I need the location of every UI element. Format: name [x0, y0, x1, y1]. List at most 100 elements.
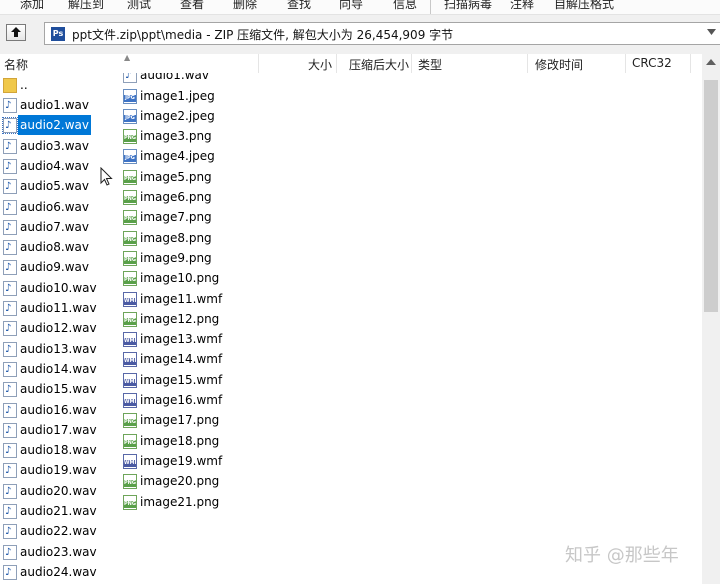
column-size[interactable]: 大小 [308, 56, 332, 73]
file-type-badge: PNG [124, 216, 136, 224]
file-type-badge: PNG [124, 256, 136, 264]
wav-file-icon [3, 157, 17, 177]
file-type-badge: JPG [124, 114, 136, 122]
file-name: image16.wmf [140, 393, 223, 407]
up-folder-button[interactable] [6, 24, 26, 41]
file-type-badge: PNG [124, 439, 136, 447]
watermark: 知乎 @那些年 [565, 545, 679, 566]
toolbar-button[interactable]: 向导 [339, 0, 363, 12]
file-type-badge: WMF [124, 399, 136, 406]
file-name: audio6.wav [20, 199, 89, 214]
toolbar-button[interactable]: 自解压格式 [554, 0, 614, 12]
toolbar-separator [430, 0, 431, 14]
chevron-down-icon[interactable] [707, 29, 716, 35]
file-type-badge: WMF [124, 459, 136, 467]
file-name: image5.png [140, 169, 212, 184]
file-name: audio5.wav [20, 179, 89, 194]
toolbar-button[interactable]: 添加 [20, 0, 44, 12]
column-divider[interactable] [336, 54, 337, 73]
column-name[interactable]: 名称 [4, 56, 28, 73]
wmf-file-icon: WMF [123, 332, 137, 348]
toolbar-button[interactable]: 查找 [287, 0, 311, 12]
column-divider[interactable] [625, 54, 626, 73]
wav-file-icon [3, 421, 17, 441]
column-divider[interactable] [527, 54, 528, 73]
png-file-icon: PNG [123, 169, 137, 185]
address-bar: Ps ppt文件.zip\ppt\media - ZIP 压缩文件, 解包大小为… [0, 15, 720, 54]
file-name: image21.png [140, 494, 220, 509]
file-name: audio3.wav [20, 138, 89, 153]
file-type-badge: PNG [124, 135, 136, 143]
vertical-scrollbar[interactable] [702, 54, 720, 584]
scrollbar-thumb[interactable] [704, 80, 718, 312]
wmf-file-icon: WMF [123, 453, 137, 469]
file-name: image6.png [140, 190, 212, 204]
toolbar-button[interactable]: 解压到 [68, 0, 104, 12]
file-type-badge: PNG [124, 175, 136, 183]
file-name: image12.png [140, 311, 220, 326]
png-file-icon: PNG [123, 311, 137, 327]
wmf-file-icon: WMF [123, 291, 137, 307]
column-modified[interactable]: 修改时间 [535, 56, 583, 73]
toolbar-button[interactable]: 扫描病毒 [444, 0, 492, 12]
toolbar-button[interactable]: 测试 [127, 0, 151, 12]
file-name: audio16.wav [20, 402, 97, 417]
file-name: audio1.wav [140, 73, 209, 82]
toolbar-button[interactable]: 删除 [233, 0, 257, 12]
file-name: audio18.wav [20, 443, 97, 458]
file-name: audio4.wav [20, 158, 89, 173]
sort-ascending-icon: ▲ [124, 53, 131, 62]
scroll-up-icon[interactable] [706, 59, 716, 65]
column-header: 名称 ▲ 大小 压缩后大小 类型 修改时间 CRC32 [0, 53, 702, 74]
file-name: audio17.wav [20, 422, 97, 437]
column-divider[interactable] [411, 54, 412, 73]
file-type-badge: PNG [124, 419, 136, 427]
wav-file-icon [3, 279, 17, 299]
file-name: audio14.wav [20, 361, 97, 376]
toolbar-button[interactable]: 查看 [180, 0, 204, 12]
wav-file-icon [3, 522, 17, 542]
wav-file-icon [3, 482, 17, 502]
file-name: image19.wmf [140, 453, 223, 468]
file-name: audio11.wav [20, 301, 97, 315]
file-name: image15.wmf [140, 372, 223, 387]
column-crc32[interactable]: CRC32 [632, 56, 672, 70]
file-name: audio15.wav [20, 382, 97, 397]
mouse-cursor-icon [100, 167, 113, 186]
wav-file-icon [123, 73, 137, 86]
column-packed-size[interactable]: 压缩后大小 [349, 56, 409, 73]
file-name: audio12.wav [20, 321, 97, 336]
file-name: audio8.wav [20, 240, 89, 255]
column-divider[interactable] [258, 54, 259, 73]
toolbar-button[interactable]: 注释 [510, 0, 534, 12]
toolbar-button[interactable]: 信息 [393, 0, 417, 12]
file-name: image13.wmf [140, 332, 223, 347]
file-type-badge: WMF [124, 338, 136, 346]
png-file-icon: PNG [123, 413, 137, 429]
png-file-icon: PNG [123, 230, 137, 246]
file-list[interactable]: .. audio1.wavaudio2.wavaudio3.wavaudio4.… [0, 73, 702, 584]
file-name: audio13.wav [20, 341, 97, 356]
file-name: image7.png [140, 210, 212, 225]
file-type-badge: JPG [124, 155, 136, 163]
jpeg-file-icon: JPG [123, 108, 137, 124]
toolbar: 添加 解压到 测试 查看 删除 查找 向导 信息 扫描病毒 注释 自解压格式 [0, 0, 720, 15]
column-type[interactable]: 类型 [418, 56, 442, 73]
file-name: audio19.wav [20, 463, 97, 478]
jpeg-file-icon: JPG [123, 88, 137, 104]
file-name: image9.png [140, 250, 212, 265]
file-type-badge: PNG [124, 236, 136, 244]
file-name: image14.wmf [140, 352, 223, 367]
file-name: audio2.wav [18, 115, 91, 136]
wav-file-icon [3, 502, 17, 522]
wav-file-icon [3, 360, 17, 380]
wmf-file-icon: WMF [123, 352, 137, 368]
wav-file-icon [3, 319, 17, 339]
wav-file-icon [3, 218, 17, 238]
column-divider[interactable] [690, 54, 691, 73]
folder-icon [3, 78, 17, 93]
path-field[interactable]: Ps ppt文件.zip\ppt\media - ZIP 压缩文件, 解包大小为… [44, 22, 720, 45]
file-type-badge: WMF [124, 297, 136, 305]
file-name: audio24.wav [20, 564, 97, 579]
wmf-file-icon: WMF [123, 372, 137, 388]
